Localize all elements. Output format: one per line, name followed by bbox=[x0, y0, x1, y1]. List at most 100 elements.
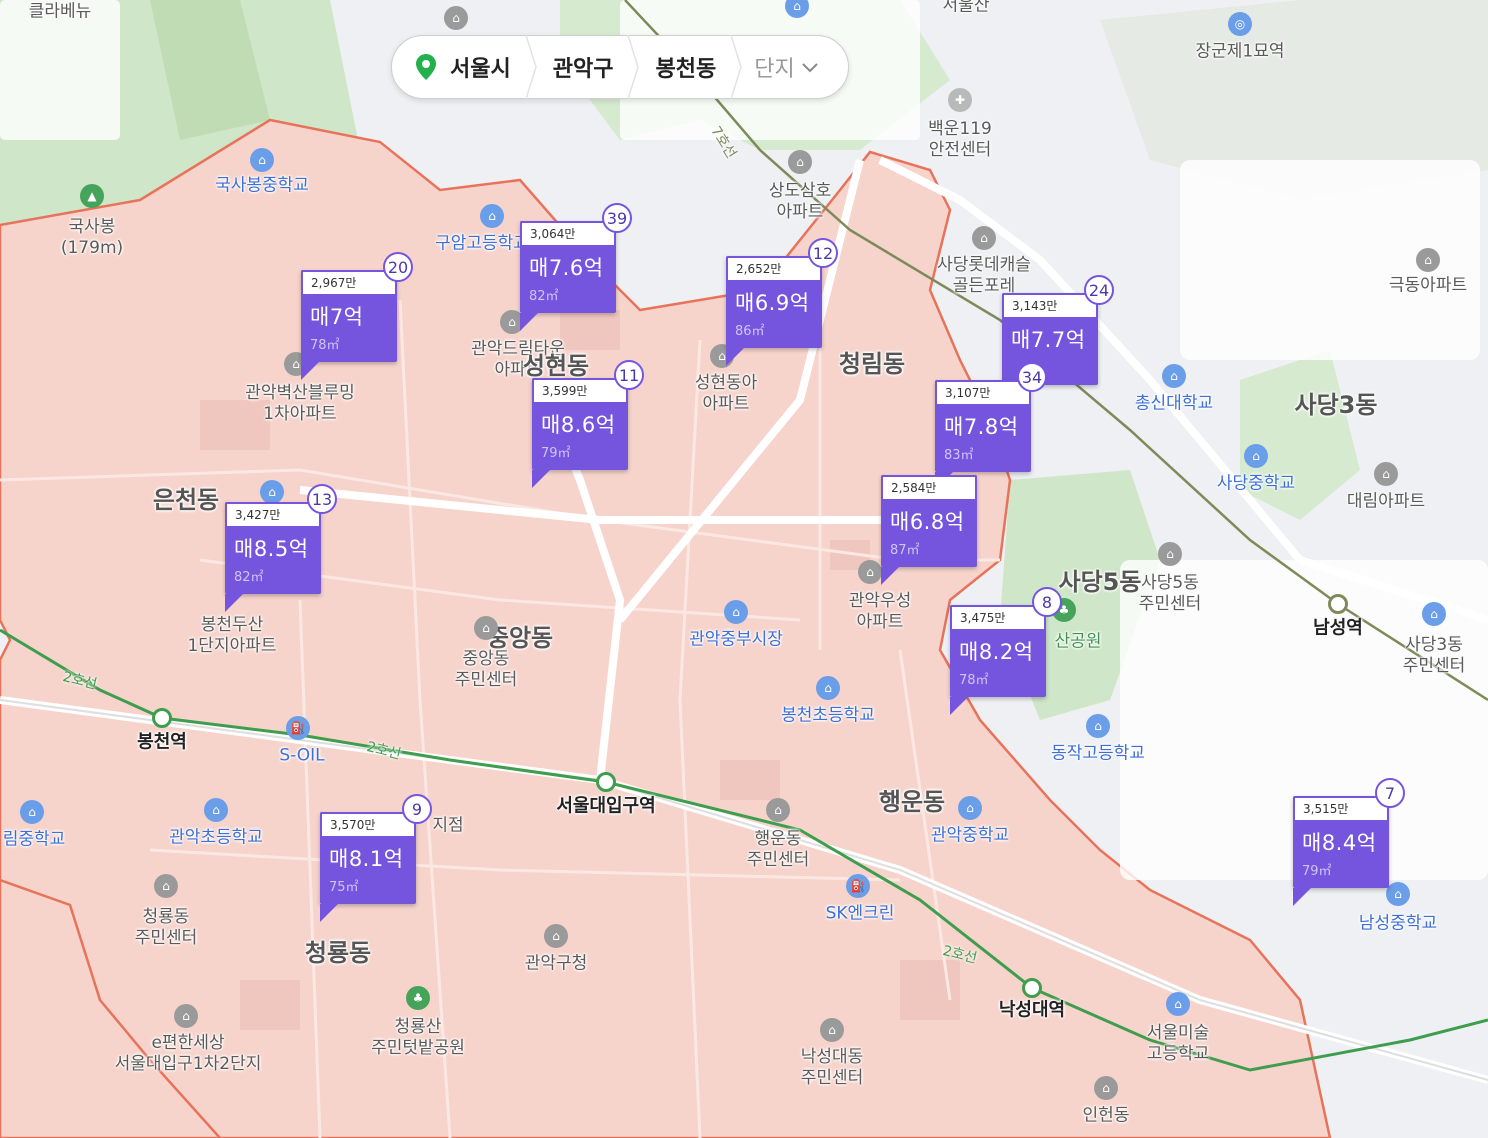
label-daerim: 대림아파트 bbox=[1346, 491, 1426, 512]
apartment-icon[interactable]: ⌂ bbox=[1416, 248, 1440, 272]
gas-station-icon[interactable]: ⛽ bbox=[846, 874, 870, 898]
chevron-down-icon[interactable] bbox=[799, 56, 821, 78]
price-marker[interactable]: 2,652만 매6.9억 86㎡ 12 bbox=[726, 238, 838, 366]
label-chongshin: 총신대학교 bbox=[1134, 393, 1214, 414]
unit-area: 78㎡ bbox=[310, 338, 340, 353]
price-marker[interactable]: 3,427만 매8.5억 82㎡ 13 bbox=[225, 484, 337, 612]
fire-station-icon[interactable]: ✚ bbox=[948, 88, 972, 112]
school-icon[interactable]: ⌂ bbox=[204, 798, 228, 822]
marker-pointer bbox=[881, 567, 899, 585]
label-seonghyeon-apt: 성현동아 아파트 bbox=[694, 373, 758, 414]
building-icon[interactable]: ⌂ bbox=[444, 6, 468, 30]
school-icon[interactable]: ⌂ bbox=[480, 204, 504, 228]
office-icon[interactable]: ⌂ bbox=[1422, 602, 1446, 626]
breadcrumb-district[interactable]: 관악구 bbox=[537, 51, 628, 83]
target-icon[interactable]: ◎ bbox=[1228, 12, 1252, 36]
office-icon[interactable]: ⌂ bbox=[1094, 1076, 1118, 1100]
unit-area: 87㎡ bbox=[890, 543, 920, 558]
station-marker-snu[interactable] bbox=[596, 772, 616, 792]
marker-pointer bbox=[532, 470, 550, 488]
apartment-icon[interactable]: ⌂ bbox=[174, 1004, 198, 1028]
sale-price: 매8.5억 bbox=[234, 537, 309, 561]
office-icon[interactable]: ⌂ bbox=[820, 1018, 844, 1042]
school-icon[interactable]: ⌂ bbox=[1166, 992, 1190, 1016]
price-marker[interactable]: 3,107만 매7.8억 83㎡ 34 bbox=[935, 362, 1047, 490]
label-sadang-lotte: 사당롯데캐슬 골든포레 bbox=[937, 255, 1031, 296]
sale-price: 매7.7억 bbox=[1011, 328, 1086, 352]
label-park: 산공원 bbox=[1054, 631, 1102, 652]
price-marker[interactable]: 3,143만 매7.7억 24 bbox=[1002, 275, 1114, 403]
shopping-icon[interactable]: ⌂ bbox=[260, 480, 284, 504]
listing-count-badge: 12 bbox=[808, 238, 838, 268]
marker-pointer bbox=[520, 313, 538, 331]
map-canvas[interactable] bbox=[0, 0, 1488, 1138]
label-seoul-art-hs: 서울미술 고등학교 bbox=[1146, 1023, 1210, 1064]
office-icon[interactable]: ⌂ bbox=[474, 616, 498, 640]
office-icon[interactable]: ⌂ bbox=[154, 874, 178, 898]
government-icon[interactable]: ⌂ bbox=[544, 924, 568, 948]
price-marker[interactable]: 3,064만 매7.6억 82㎡ 39 bbox=[520, 203, 632, 331]
school-icon[interactable]: ⌂ bbox=[958, 796, 982, 820]
label-jungang-center: 중앙동 주민센터 bbox=[454, 649, 518, 690]
label-gooksabong: 국사봉 (179m) bbox=[60, 217, 124, 258]
park-icon[interactable]: ♣ bbox=[406, 986, 430, 1010]
sale-price: 매6.8억 bbox=[890, 510, 965, 534]
label-baekun: 백운119 안전센터 bbox=[928, 119, 992, 160]
label-nakseongdae-center: 낙성대동 주민센터 bbox=[800, 1047, 864, 1088]
listing-count-badge: 24 bbox=[1084, 275, 1114, 305]
school-icon[interactable]: ⌂ bbox=[1386, 882, 1410, 906]
gas-station-icon[interactable]: ⛽ bbox=[286, 716, 310, 740]
label-dongjak-hs: 동작고등학교 bbox=[1051, 743, 1145, 764]
label-sadang5: 사당5동 bbox=[1058, 568, 1142, 596]
listing-count-badge: 11 bbox=[614, 360, 644, 390]
school-icon[interactable]: ⌂ bbox=[20, 800, 44, 824]
price-marker[interactable]: 3,475만 매8.2억 78㎡ 8 bbox=[950, 587, 1062, 715]
apartment-icon[interactable]: ⌂ bbox=[788, 150, 812, 174]
breadcrumb-city[interactable]: 서울시 bbox=[444, 51, 525, 83]
unit-area: 86㎡ bbox=[735, 324, 765, 339]
label-cheongryongsan: 청룡산 주민텃밭공원 bbox=[371, 1017, 465, 1058]
station-marker-nakseongdae[interactable] bbox=[1022, 978, 1042, 998]
office-icon[interactable]: ⌂ bbox=[766, 798, 790, 822]
label-sk: SK엔크린 bbox=[825, 903, 895, 924]
breadcrumb-complex-dropdown[interactable]: 단지 bbox=[742, 51, 794, 83]
price-marker[interactable]: 3,570만 매8.1억 75㎡ 9 bbox=[320, 794, 432, 922]
label-gwanak-ms: 관악중학교 bbox=[930, 825, 1010, 846]
apartment-icon[interactable]: ⌂ bbox=[1374, 462, 1398, 486]
apartment-icon[interactable]: ⌂ bbox=[858, 560, 882, 584]
office-icon[interactable]: ⌂ bbox=[1158, 542, 1182, 566]
label-inheon: 인헌동 bbox=[1082, 1105, 1130, 1126]
university-icon[interactable]: ⌂ bbox=[1162, 364, 1186, 388]
station-marker-bongcheon[interactable] bbox=[152, 708, 172, 728]
sale-price: 매8.1억 bbox=[329, 847, 404, 871]
unit-area: 83㎡ bbox=[944, 448, 974, 463]
mountain-icon[interactable]: ▲ bbox=[80, 184, 104, 208]
sale-price: 매7억 bbox=[310, 305, 364, 329]
school-icon[interactable]: ⌂ bbox=[250, 148, 274, 172]
price-marker[interactable]: 3,599만 매8.6억 79㎡ 11 bbox=[532, 360, 644, 488]
apartment-icon[interactable]: ⌂ bbox=[972, 226, 996, 250]
price-per-pyeong: 2,584만 bbox=[881, 475, 977, 501]
sale-price: 매8.4억 bbox=[1302, 831, 1377, 855]
market-icon[interactable]: ⌂ bbox=[724, 600, 748, 624]
school-icon[interactable]: ⌂ bbox=[1244, 444, 1268, 468]
price-marker[interactable]: 2,584만 매6.8억 87㎡ bbox=[881, 475, 977, 585]
price-marker[interactable]: 2,967만 매7억 78㎡ 20 bbox=[301, 252, 413, 380]
price-marker[interactable]: 3,515만 매8.4억 79㎡ 7 bbox=[1293, 778, 1405, 906]
sale-price: 매8.2억 bbox=[959, 640, 1034, 664]
label-geukdong: 극동아파트 bbox=[1388, 275, 1468, 296]
price-per-pyeong: 2,967만 bbox=[301, 270, 397, 296]
breadcrumb-dong[interactable]: 봉천동 bbox=[639, 51, 730, 83]
label-seoul-san: 서울산 bbox=[942, 0, 990, 16]
label-cheongrim: 청림동 bbox=[838, 350, 906, 378]
label-sadang3-center: 사당3동 주민센터 bbox=[1402, 635, 1466, 676]
school-icon[interactable]: ⌂ bbox=[816, 676, 840, 700]
label-rim-ms: 림중학교 bbox=[2, 829, 66, 850]
marker-pointer bbox=[225, 594, 243, 612]
listing-count-badge: 20 bbox=[383, 252, 413, 282]
sale-price: 매6.9억 bbox=[735, 291, 810, 315]
station-marker-namseong[interactable] bbox=[1328, 594, 1348, 614]
label-gwanak-es: 관악초등학교 bbox=[169, 827, 263, 848]
unit-area: 78㎡ bbox=[959, 673, 989, 688]
school-icon[interactable]: ⌂ bbox=[1086, 714, 1110, 738]
